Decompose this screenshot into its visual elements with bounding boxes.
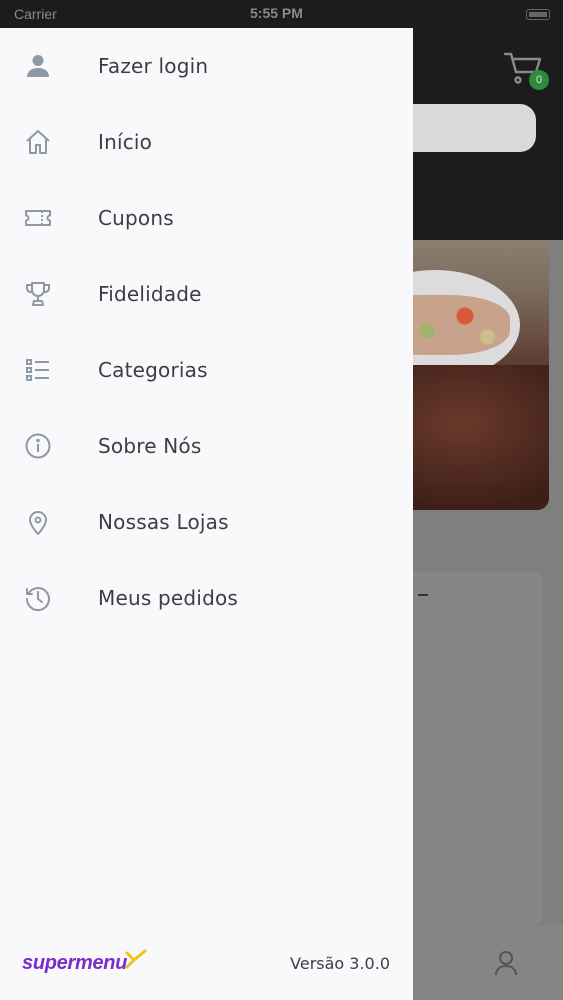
menu-item-loyalty[interactable]: Fidelidade [0, 256, 413, 332]
drawer-footer: supermenu Versão 3.0.0 [0, 928, 413, 1000]
trophy-icon [23, 279, 53, 309]
brand-logo: supermenu [22, 952, 128, 974]
clock: 5:55 PM [250, 5, 303, 21]
drawer-menu: Fazer login Início Cupons Fidelidade Cat… [0, 28, 413, 636]
menu-item-label: Nossas Lojas [98, 510, 229, 534]
menu-item-label: Categorias [98, 358, 208, 382]
menu-item-label: Início [98, 130, 153, 154]
user-icon [23, 51, 53, 81]
history-icon [23, 583, 53, 613]
location-pin-icon [23, 507, 53, 537]
menu-item-categories[interactable]: Categorias [0, 332, 413, 408]
menu-item-label: Fazer login [98, 54, 209, 78]
price-dash [418, 594, 428, 596]
menu-item-orders[interactable]: Meus pedidos [0, 560, 413, 636]
carrier-label: Carrier [14, 6, 57, 22]
profile-tab-icon [495, 951, 517, 976]
menu-item-login[interactable]: Fazer login [0, 28, 413, 104]
brand-mark-icon [125, 949, 147, 969]
menu-item-stores[interactable]: Nossas Lojas [0, 484, 413, 560]
menu-item-home[interactable]: Início [0, 104, 413, 180]
cart-button: 0 [503, 50, 549, 90]
cart-count-badge: 0 [529, 70, 549, 90]
menu-item-label: Meus pedidos [98, 586, 239, 610]
battery-icon [526, 9, 550, 20]
menu-item-label: Fidelidade [98, 282, 202, 306]
status-bar: Carrier 5:55 PM [0, 0, 563, 28]
home-icon [23, 127, 53, 157]
menu-item-coupons[interactable]: Cupons [0, 180, 413, 256]
menu-item-about[interactable]: Sobre Nós [0, 408, 413, 484]
app-version: Versão 3.0.0 [290, 954, 390, 973]
ticket-icon [23, 203, 53, 233]
side-drawer: Fazer login Início Cupons Fidelidade Cat… [0, 28, 413, 1000]
list-icon [23, 355, 53, 385]
menu-item-label: Cupons [98, 206, 174, 230]
menu-item-label: Sobre Nós [98, 434, 202, 458]
info-icon [23, 431, 53, 461]
